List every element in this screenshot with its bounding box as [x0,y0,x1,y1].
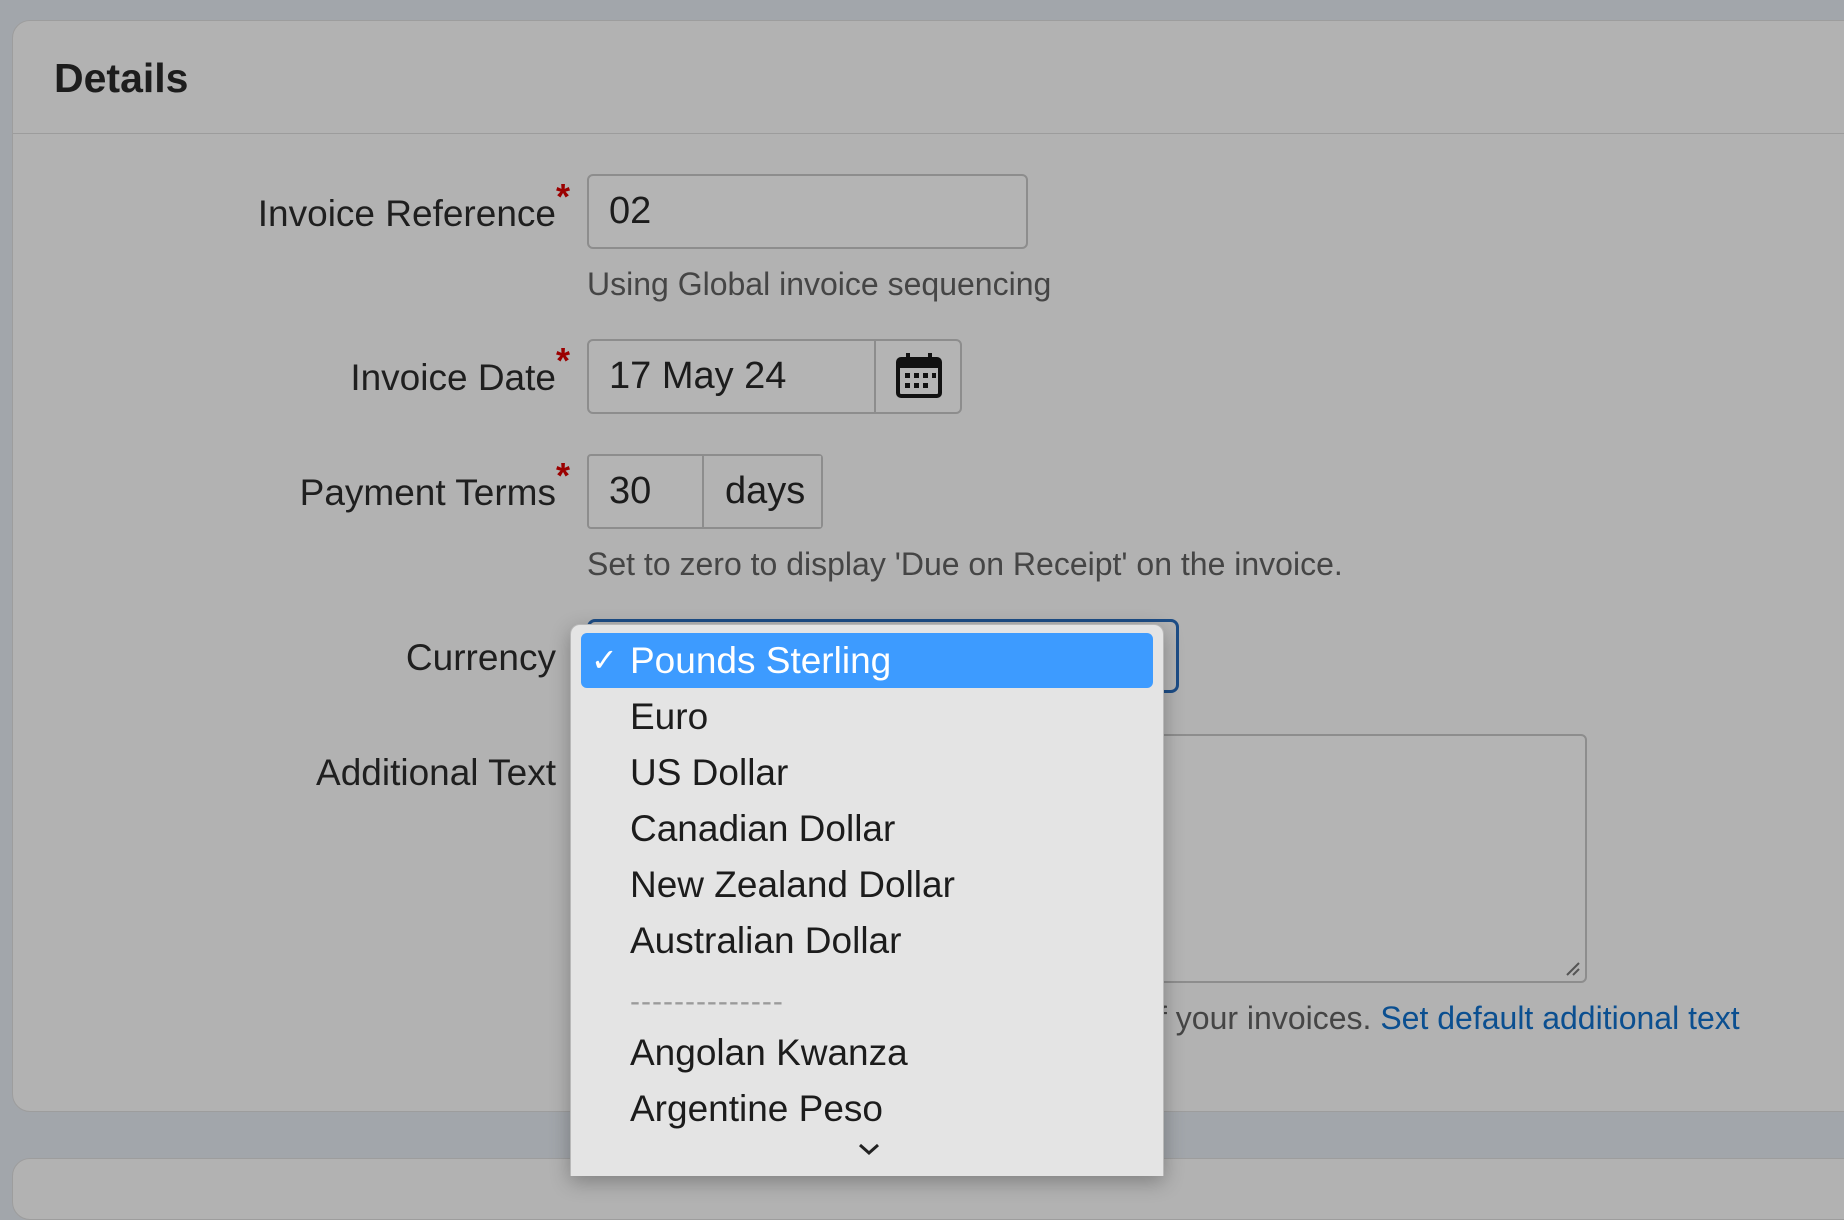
invoice-date-field[interactable]: 17 May 24 [587,339,962,414]
calendar-icon [896,353,942,398]
payment-terms-unit: days [702,456,821,527]
additional-text-help-text: f your invoices. [1158,1000,1372,1036]
set-default-additional-text-link[interactable]: Set default additional text [1380,1000,1739,1036]
payment-terms-field[interactable]: 30 days [587,454,823,529]
payment-terms-help: Set to zero to display 'Due on Receipt' … [587,546,1343,582]
currency-option-new-zealand-dollar[interactable]: New Zealand Dollar [581,857,1153,912]
currency-option-euro[interactable]: Euro [581,689,1153,744]
invoice-date-value[interactable]: 17 May 24 [609,355,786,398]
currency-option-label: Pounds Sterling [630,640,892,681]
currency-option-label: Angolan Kwanza [630,1032,908,1073]
checkmark-icon: ✓ [591,642,618,678]
currency-option-label: New Zealand Dollar [630,864,955,905]
currency-option-pounds-sterling[interactable]: ✓ Pounds Sterling [581,633,1153,688]
currency-option-label: Euro [630,696,709,737]
invoice-reference-label: Invoice Reference [257,193,556,234]
payment-terms-required-mark: * [556,455,571,496]
resize-grip-icon[interactable] [1563,959,1581,977]
currency-option-canadian-dollar[interactable]: Canadian Dollar [581,801,1153,856]
invoice-date-label: Invoice Date [350,357,556,398]
currency-option-label: Australian Dollar [630,920,902,961]
payment-terms-input[interactable]: 30 [609,470,651,513]
panel-title: Details [54,55,189,101]
currency-option-label: US Dollar [630,752,789,793]
invoice-date-required-mark: * [556,340,571,381]
currency-dropdown[interactable]: ✓ Pounds Sterling Euro US Dollar Canadia… [570,624,1164,1176]
invoice-reference-help: Using Global invoice sequencing [587,266,1052,302]
option-separator: -------------- [630,985,784,1018]
currency-option-us-dollar[interactable]: US Dollar [581,745,1153,800]
currency-option-label: Canadian Dollar [630,808,896,849]
currency-label: Currency [405,637,556,678]
currency-option-argentine-peso[interactable]: Argentine Peso [581,1081,1153,1136]
payment-terms-label: Payment Terms [299,472,556,513]
additional-text-label: Additional Text [316,752,556,793]
panel-header: Details [13,21,1844,134]
chevron-down-icon[interactable] [855,1139,883,1159]
currency-option-australian-dollar[interactable]: Australian Dollar [581,913,1153,968]
additional-text-help: f your invoices. Set default additional … [1158,1000,1740,1037]
invoice-reference-required-mark: * [556,176,571,217]
invoice-reference-input[interactable] [587,174,1028,249]
calendar-button[interactable] [874,341,960,412]
currency-option-angolan-kwanza[interactable]: Angolan Kwanza [581,1025,1153,1080]
currency-option-label: Argentine Peso [630,1088,884,1129]
